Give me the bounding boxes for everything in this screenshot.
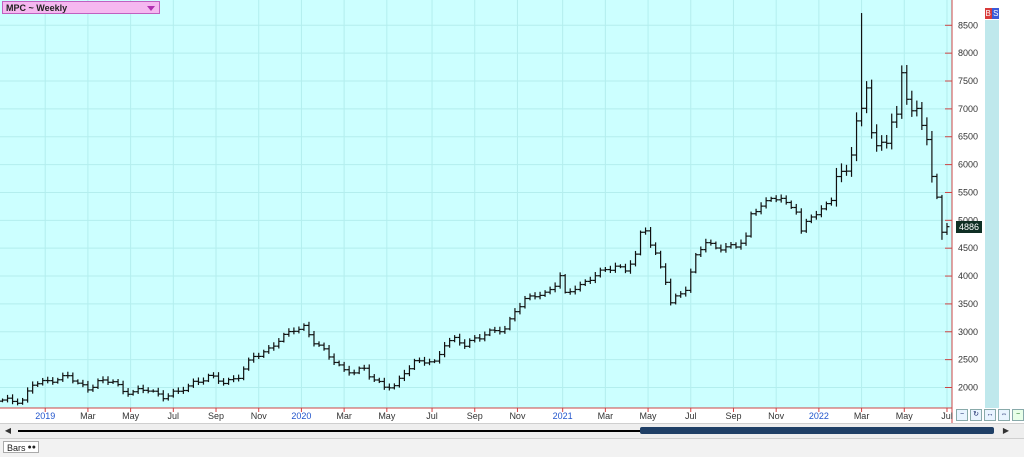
last-price-tag: 4886 xyxy=(956,221,982,233)
x-tick-label: Sep xyxy=(208,411,224,421)
price-chart[interactable]: 2000250030003500400045005000550060006500… xyxy=(0,0,1024,456)
x-tick-label: Nov xyxy=(768,411,785,421)
y-tick-label: 5500 xyxy=(958,187,978,197)
x-tick-label: May xyxy=(640,411,658,421)
chart-window: 2000250030003500400045005000550060006500… xyxy=(0,0,1024,457)
horizontal-scrollbar[interactable]: ◀ ▶ xyxy=(0,423,1024,438)
bottom-toolbar: Bars ●● xyxy=(0,438,1024,457)
plot-area[interactable] xyxy=(0,0,952,408)
x-tick-label: May xyxy=(896,411,914,421)
y-tick-label: 2500 xyxy=(958,355,978,365)
chart-style-selector[interactable]: Bars ●● xyxy=(3,441,39,453)
x-tick-label: Mar xyxy=(854,411,870,421)
scroll-left-arrow-icon[interactable]: ◀ xyxy=(3,426,13,436)
x-tick-label: Mar xyxy=(336,411,352,421)
y-tick-label: 3500 xyxy=(958,299,978,309)
y-tick-label: 7500 xyxy=(958,76,978,86)
y-tick-label: 4500 xyxy=(958,243,978,253)
chart-style-label: Bars xyxy=(7,443,26,453)
y-tick-label: 4000 xyxy=(958,271,978,281)
scroll-right-arrow-icon[interactable]: ▶ xyxy=(1001,426,1011,436)
x-tick-label: Jul xyxy=(941,411,953,421)
refresh-icon[interactable]: ↻ xyxy=(970,409,982,421)
x-tick-label: 2022 xyxy=(809,411,829,421)
x-tick-label: May xyxy=(122,411,140,421)
x-tick-label: Sep xyxy=(467,411,483,421)
y-tick-label: 6500 xyxy=(958,132,978,142)
x-tick-label: 2019 xyxy=(35,411,55,421)
x-tick-label: Mar xyxy=(598,411,614,421)
y-tick-label: 8500 xyxy=(958,20,978,30)
x-tick-label: Jul xyxy=(426,411,438,421)
x-tick-label: 2021 xyxy=(553,411,573,421)
x-tick-label: Sep xyxy=(725,411,741,421)
chart-nav-icons: − ↻ ↔ ⇔ − + xyxy=(956,409,1024,421)
zoom-in-icon[interactable]: ↔ xyxy=(984,409,996,421)
chart-style-icon: ●● xyxy=(27,444,36,451)
x-tick-label: Jul xyxy=(168,411,180,421)
y-tick-label: 3000 xyxy=(958,327,978,337)
x-tick-label: 2020 xyxy=(291,411,311,421)
dropdown-arrow-icon[interactable] xyxy=(147,6,155,11)
x-tick-label: Nov xyxy=(251,411,268,421)
scale-sidebar xyxy=(985,20,999,408)
scroll-thumb[interactable] xyxy=(640,427,994,434)
symbol-title: MPC ~ Weekly xyxy=(6,3,68,13)
x-tick-label: May xyxy=(378,411,396,421)
buy-sell-icon[interactable]: B S xyxy=(985,8,999,19)
minus-icon[interactable]: − xyxy=(1012,409,1024,421)
zoom-out-icon[interactable]: − xyxy=(956,409,968,421)
symbol-selector[interactable]: MPC ~ Weekly xyxy=(2,1,160,14)
y-tick-label: 2000 xyxy=(958,382,978,392)
y-tick-label: 6000 xyxy=(958,160,978,170)
x-tick-label: Nov xyxy=(509,411,526,421)
fit-icon[interactable]: ⇔ xyxy=(998,409,1010,421)
x-tick-label: Jul xyxy=(685,411,697,421)
y-tick-label: 7000 xyxy=(958,104,978,114)
x-tick-label: Mar xyxy=(80,411,96,421)
y-tick-label: 8000 xyxy=(958,48,978,58)
